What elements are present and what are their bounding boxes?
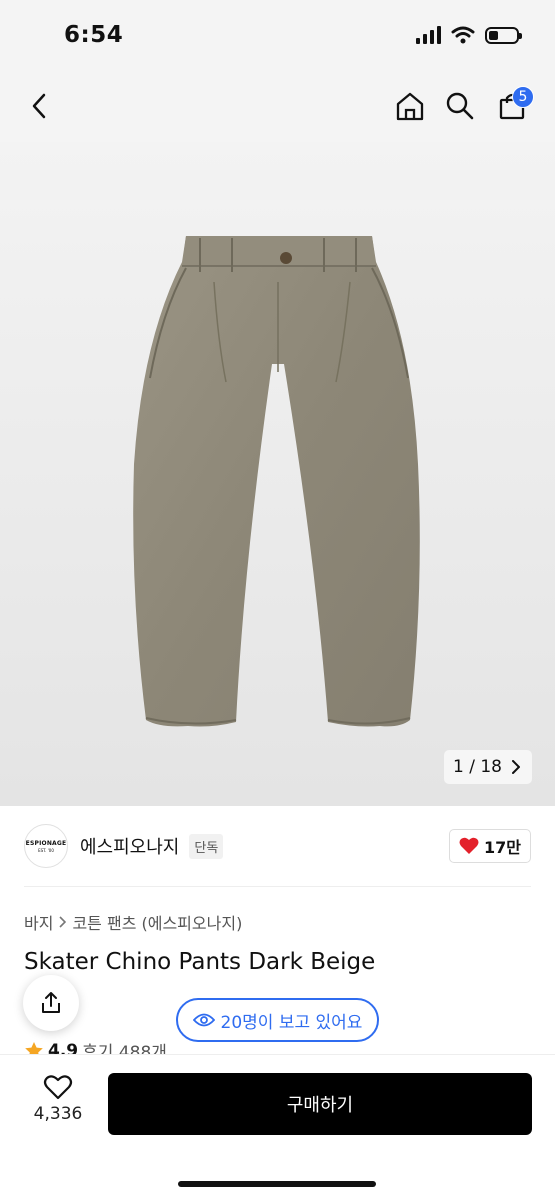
status-icons [416,26,522,44]
back-button[interactable] [18,84,62,128]
home-indicator [178,1181,376,1187]
breadcrumb-category[interactable]: 바지 [24,910,53,934]
heart-outline-icon [43,1075,73,1100]
product-image [133,236,420,727]
share-button[interactable] [23,975,79,1031]
product-title: Skater Chino Pants Dark Beige [24,949,376,975]
search-button[interactable] [438,84,482,128]
breadcrumb: 바지 코튼 팬츠 (에스피오나지) [24,910,242,934]
eye-icon [192,1013,215,1027]
share-icon [42,992,60,1013]
breadcrumb-subcategory[interactable]: 코튼 팬츠 (에스피오나지) [72,910,242,934]
battery-icon [485,26,522,44]
cellular-signal-icon [416,26,441,44]
chevron-right-icon [59,916,67,928]
exclusive-tag: 단독 [189,833,224,859]
status-time: 6:54 [64,22,124,48]
home-button[interactable] [388,84,432,128]
brand-logo-subtext: EST. '00 [38,847,54,853]
cart-count-badge: 5 [512,86,534,108]
image-counter[interactable]: 1 / 18 [444,750,532,784]
brand-name[interactable]: 에스피오나지 [80,833,179,859]
brand-logo-text: ESPIONAGE [25,839,67,847]
wishlist-count: 4,336 [33,1104,83,1124]
battery-level [489,30,499,40]
cart-button[interactable]: 5 [490,84,534,128]
product-image-gallery[interactable]: 1 / 18 [0,142,555,806]
chevron-left-icon [32,93,46,119]
viewers-text: 20명이 보고 있어요 [220,1012,363,1033]
chevron-right-icon [512,760,520,774]
image-counter-text: 1 / 18 [453,757,502,777]
viewers-pill: 20명이 보고 있어요 [176,998,379,1042]
heart-icon [459,837,479,854]
wishlist-button[interactable]: 4,336 [30,1073,86,1124]
search-icon [446,92,474,120]
wifi-icon [451,26,475,44]
home-icon [396,92,424,121]
brand-row: ESPIONAGE EST. '00 에스피오나지 단독 17만 [24,822,531,870]
brand-like-count: 17만 [484,838,521,857]
divider [24,886,531,887]
bottom-action-bar: 4,336 구매하기 [0,1054,555,1201]
brand-like-button[interactable]: 17만 [449,829,531,863]
top-navigation: 5 [0,70,555,142]
buy-button[interactable]: 구매하기 [108,1073,532,1135]
status-bar: 6:54 [0,0,555,70]
brand-logo[interactable]: ESPIONAGE EST. '00 [24,824,68,868]
